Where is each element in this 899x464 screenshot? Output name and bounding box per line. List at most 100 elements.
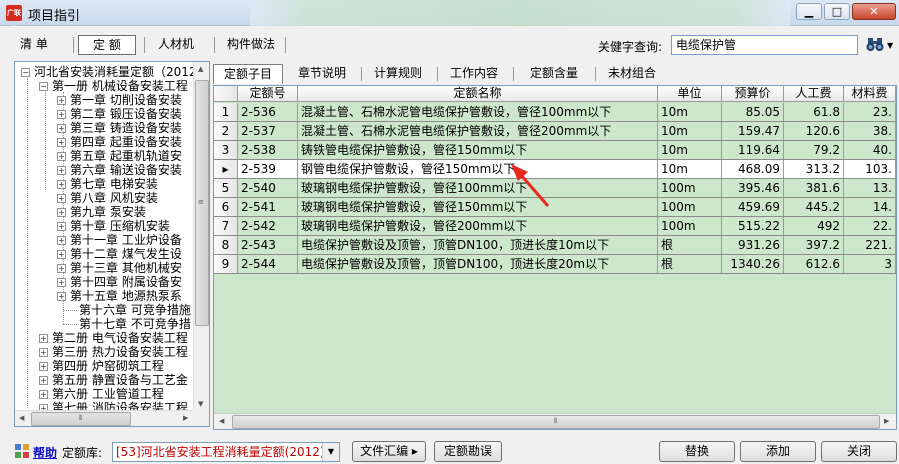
collapse-icon[interactable]: − — [21, 68, 30, 77]
expand-icon[interactable]: + — [57, 194, 66, 203]
tab-unpriced-material[interactable]: 未材组合 — [599, 64, 665, 84]
tree-chapter-node[interactable]: + 第六章 输送设备安装 — [57, 163, 182, 177]
tree-chapter-node[interactable]: + 第十四章 附属设备安 — [57, 275, 182, 289]
tree-chapter-node[interactable]: + 第四章 起重设备安装 — [57, 135, 182, 149]
column-header-material[interactable]: 材料费 — [844, 86, 896, 101]
table-horizontal-scrollbar[interactable]: ◀ ⦀ ▶ — [214, 413, 896, 429]
scroll-right-icon[interactable]: ▶ — [183, 414, 188, 422]
tab-quota-content[interactable]: 定额含量 — [519, 64, 589, 84]
table-row[interactable]: 6 2-541 玻璃钢电缆保护管敷设，管径150mm以下 100m 459.69 445.… — [214, 198, 896, 217]
tree-book-node[interactable]: + 第六册 工业管道工程 — [39, 387, 164, 401]
column-header-labor[interactable]: 人工费 — [784, 86, 844, 101]
scroll-left-icon[interactable]: ◀ — [19, 414, 24, 422]
expand-icon[interactable]: + — [57, 124, 66, 133]
tree-book1-node[interactable]: − 第一册 机械设备安装工程 — [39, 79, 188, 93]
table-row[interactable]: 9 2-544 电缆保护管敷设及顶管，顶管DN100，顶进长度20m以下根 1340.… — [214, 255, 896, 274]
tab-quota[interactable]: 定 额 — [78, 35, 136, 55]
tree-chapter-node[interactable]: + 第三章 铸造设备安装 — [57, 121, 182, 135]
tree-chapter-node[interactable]: + 第十五章 地源热泵系 — [57, 289, 182, 303]
row-number-cell[interactable]: ▸ — [214, 160, 238, 178]
table-row[interactable]: 1 2-536 混凝土管、石棉水泥管电缆保护管敷设，管径100mm以下 10m 85.0… — [214, 103, 896, 122]
tree-horizontal-scrollbar[interactable]: ◀ ⦀ ▶ — [15, 410, 195, 426]
expand-icon[interactable]: + — [57, 292, 66, 301]
tree-chapter-node[interactable]: + 第十二章 煤气发生设 — [57, 247, 182, 261]
tree-chapter-node[interactable]: + 第一章 切削设备安装 — [57, 93, 182, 107]
scroll-left-icon[interactable]: ◀ — [219, 417, 224, 425]
tree-chapter-node[interactable]: + 第五章 起重机轨道安 — [57, 149, 182, 163]
column-header-unit[interactable]: 单位 — [658, 86, 722, 101]
tree-chapter-node[interactable]: 第十七章 不可竞争措 — [63, 317, 191, 331]
tree-chapter-node[interactable]: + 第八章 风机安装 — [57, 191, 158, 205]
tab-labor-material-machine[interactable]: 人材机 — [150, 35, 202, 55]
tree-root-node[interactable]: − 河北省安装消耗量定额（2012 — [21, 65, 195, 79]
table-row[interactable]: 7 2-542 玻璃钢电缆保护管敷设，管径200mm以下 100m 515.22 492 2… — [214, 217, 896, 236]
tree-chapter-node[interactable]: 第十六章 可竞争措施 — [63, 303, 191, 317]
expand-icon[interactable]: + — [57, 96, 66, 105]
toolbar-dropdown-icon[interactable]: ▼ — [887, 41, 893, 50]
expand-icon[interactable]: + — [57, 138, 66, 147]
file-compilation-button[interactable]: 文件汇编 ▸ — [352, 441, 426, 462]
scroll-down-icon[interactable]: ▼ — [198, 400, 203, 408]
expand-icon[interactable]: + — [39, 362, 48, 371]
expand-icon[interactable]: + — [57, 208, 66, 217]
row-number-cell[interactable]: 2 — [214, 122, 238, 140]
tree-chapter-node[interactable]: + 第十一章 工业炉设备 — [57, 233, 182, 247]
tree-book-node[interactable]: + 第四册 炉窑砌筑工程 — [39, 359, 164, 373]
tree-book-node[interactable]: + 第二册 电气设备安装工程 — [39, 331, 188, 345]
expand-icon[interactable]: + — [57, 236, 66, 245]
binoculars-search-icon[interactable] — [866, 35, 884, 53]
expand-icon[interactable]: + — [57, 278, 66, 287]
scroll-right-icon[interactable]: ▶ — [884, 417, 889, 425]
tree-vertical-scrollbar[interactable]: ▲ ≡ ▼ — [193, 62, 209, 412]
close-button[interactable]: 关闭 — [821, 441, 897, 462]
row-number-cell[interactable]: 1 — [214, 103, 238, 121]
quota-errata-button[interactable]: 定额勘误 — [434, 441, 502, 462]
tab-list[interactable]: 清 单 — [12, 35, 56, 55]
row-number-cell[interactable]: 9 — [214, 255, 238, 273]
table-row[interactable]: 8 2-543 电缆保护管敷设及顶管，顶管DN100，顶进长度10m以下根 931.2… — [214, 236, 896, 255]
row-number-cell[interactable]: 6 — [214, 198, 238, 216]
expand-icon[interactable]: + — [39, 376, 48, 385]
table-row[interactable]: 3 2-538 铸铁管电缆保护管敷设，管径150mm以下 10m 119.64 79.2 4… — [214, 141, 896, 160]
replace-button[interactable]: 替换 — [659, 441, 735, 462]
tree-chapter-node[interactable]: + 第九章 泵安装 — [57, 205, 146, 219]
expand-icon[interactable]: + — [57, 180, 66, 189]
maximize-button[interactable]: □ — [824, 3, 850, 20]
table-row[interactable]: ▸ 2-539 钢管电缆保护管敷设，管径150mm以下 10m 468.09 313.2 1… — [214, 160, 896, 179]
expand-icon[interactable]: + — [39, 390, 48, 399]
tree-chapter-node[interactable]: + 第七章 电梯安装 — [57, 177, 158, 191]
tree-chapter-node[interactable]: + 第十三章 其他机械安 — [57, 261, 182, 275]
row-number-cell[interactable]: 3 — [214, 141, 238, 159]
chevron-down-icon[interactable]: ▼ — [322, 443, 339, 461]
tab-chapter-notes[interactable]: 章节说明 — [289, 64, 355, 84]
table-row[interactable]: 2 2-537 混凝土管、石棉水泥管电缆保护管敷设，管径200mm以下 10m 159.… — [214, 122, 896, 141]
tab-calculation-rules[interactable]: 计算规则 — [365, 64, 431, 84]
row-number-cell[interactable]: 5 — [214, 179, 238, 197]
close-window-button[interactable]: ✕ — [852, 3, 896, 20]
expand-icon[interactable]: + — [57, 110, 66, 119]
column-header-code[interactable]: 定额号 — [238, 86, 298, 101]
keyword-search-input[interactable]: 电缆保护管 — [671, 35, 858, 55]
expand-icon[interactable]: + — [39, 334, 48, 343]
tree-book-node[interactable]: + 第五册 静置设备与工艺金 — [39, 373, 188, 387]
help-link[interactable]: 帮助 — [33, 444, 57, 461]
tab-quota-items[interactable]: 定额子目 — [213, 64, 283, 84]
expand-icon[interactable]: + — [57, 222, 66, 231]
row-number-cell[interactable]: 7 — [214, 217, 238, 235]
collapse-icon[interactable]: − — [39, 82, 48, 91]
table-row[interactable]: 5 2-540 玻璃钢电缆保护管敷设，管径100mm以下 100m 395.46 381.… — [214, 179, 896, 198]
expand-icon[interactable]: + — [39, 348, 48, 357]
tree-chapter-node[interactable]: + 第二章 锻压设备安装 — [57, 107, 182, 121]
row-number-cell[interactable]: 8 — [214, 236, 238, 254]
tab-component-method[interactable]: 构件做法 — [219, 35, 283, 55]
add-button[interactable]: 添加 — [740, 441, 816, 462]
expand-icon[interactable]: + — [57, 264, 66, 273]
expand-icon[interactable]: + — [57, 166, 66, 175]
minimize-button[interactable]: ▁ — [796, 3, 822, 20]
column-header-price[interactable]: 预算价 — [722, 86, 784, 101]
tab-work-content[interactable]: 工作内容 — [441, 64, 507, 84]
tree-book-node[interactable]: + 第三册 热力设备安装工程 — [39, 345, 188, 359]
expand-icon[interactable]: + — [57, 250, 66, 259]
quota-library-select[interactable]: [53]河北省安装工程消耗量定额(2012) — [112, 442, 340, 462]
expand-icon[interactable]: + — [57, 152, 66, 161]
